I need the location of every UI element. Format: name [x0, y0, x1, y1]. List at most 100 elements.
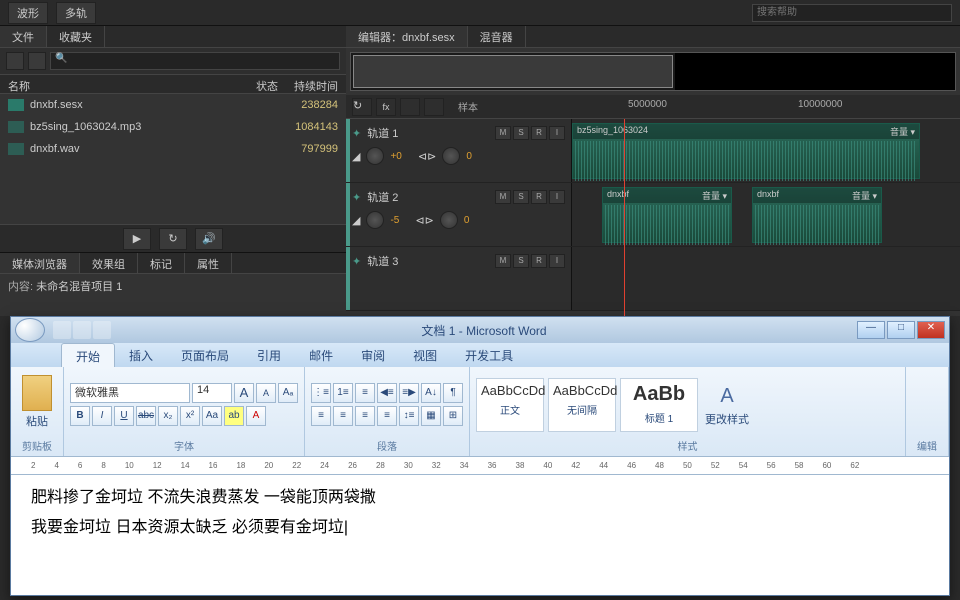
eq-icon[interactable]	[424, 98, 444, 116]
multilevel-button[interactable]: ≡	[355, 383, 375, 403]
paste-button[interactable]: 粘贴	[17, 375, 57, 435]
ribbon-tab-2[interactable]: 页面布局	[167, 343, 243, 367]
tab-mixer[interactable]: 混音器	[468, 26, 526, 47]
align-right-button[interactable]: ≡	[355, 406, 375, 426]
track-lane[interactable]: dnxbf音量 ▾ dnxbf音量 ▾	[572, 183, 960, 246]
track-lane[interactable]	[572, 247, 960, 310]
tab-effects[interactable]: 效果组	[80, 253, 138, 273]
track-header[interactable]: ✦ 轨道 2 M S R I ◢ -5 ⊲⊳ 0	[346, 183, 572, 246]
font-name-select[interactable]: 微软雅黑	[70, 383, 190, 403]
mute-button[interactable]: M	[495, 190, 511, 204]
tab-properties[interactable]: 属性	[185, 253, 232, 273]
file-search-input[interactable]: 🔍	[50, 52, 340, 70]
col-duration[interactable]: 持续时间	[278, 75, 338, 93]
mute-button[interactable]: M	[495, 254, 511, 268]
subscript-button[interactable]: x₂	[158, 406, 178, 426]
waveform-mode-button[interactable]: 波形	[8, 2, 48, 24]
style-item[interactable]: AaBb 标题 1	[620, 378, 698, 432]
multitrack-mode-button[interactable]: 多轨	[56, 2, 96, 24]
redo-icon[interactable]	[93, 321, 111, 339]
align-center-button[interactable]: ≡	[333, 406, 353, 426]
borders-button[interactable]: ⊞	[443, 406, 463, 426]
timeline-overview[interactable]	[350, 52, 956, 91]
solo-button[interactable]: S	[513, 190, 529, 204]
input-button[interactable]: I	[549, 254, 565, 268]
pan-knob[interactable]	[440, 211, 458, 229]
indent-right-button[interactable]: ≡▶	[399, 383, 419, 403]
align-left-button[interactable]: ≡	[311, 406, 331, 426]
highlight-button[interactable]: ab	[224, 406, 244, 426]
ribbon-tab-5[interactable]: 审阅	[347, 343, 399, 367]
pan-knob[interactable]	[442, 147, 460, 165]
playhead[interactable]	[624, 119, 625, 316]
indent-left-button[interactable]: ◀≡	[377, 383, 397, 403]
tab-media-browser[interactable]: 媒体浏览器	[0, 253, 80, 273]
track-header[interactable]: ✦ 轨道 1 M S R I ◢ +0 ⊲⊳ 0	[346, 119, 572, 182]
help-search-input[interactable]	[752, 4, 952, 22]
ribbon-tab-1[interactable]: 插入	[115, 343, 167, 367]
ribbon-tab-4[interactable]: 邮件	[295, 343, 347, 367]
change-style-button[interactable]: A 更改样式	[702, 383, 752, 427]
font-size-select[interactable]: 14	[192, 383, 232, 403]
track-header[interactable]: ✦ 轨道 3 M S R I	[346, 247, 572, 310]
time-ruler[interactable]: 样本 5000000 10000000	[458, 95, 954, 118]
doc-line[interactable]: 肥料掺了金坷垃 不流失浪费蒸发 一袋能顶两袋撒	[31, 483, 929, 513]
close-button[interactable]: ✕	[917, 321, 945, 339]
ribbon-tab-0[interactable]: 开始	[61, 343, 115, 367]
line-spacing-button[interactable]: ↕≡	[399, 406, 419, 426]
shading-button[interactable]: ▦	[421, 406, 441, 426]
new-file-icon[interactable]	[6, 52, 24, 70]
file-row[interactable]: dnxbf.sesx 238284	[0, 94, 346, 116]
tab-editor[interactable]: 编辑器：dnxbf.sesx	[346, 26, 468, 47]
maximize-button[interactable]: □	[887, 321, 915, 339]
numbering-button[interactable]: 1≡	[333, 383, 353, 403]
track-lane[interactable]: bz5sing_1063024音量 ▾	[572, 119, 960, 182]
justify-button[interactable]: ≡	[377, 406, 397, 426]
change-case-button[interactable]: Aa	[202, 406, 222, 426]
track-name[interactable]: 轨道 2	[367, 189, 489, 205]
audio-clip[interactable]: dnxbf音量 ▾	[602, 187, 732, 243]
loop-button[interactable]: ↻	[159, 228, 187, 250]
track-name[interactable]: 轨道 3	[367, 253, 489, 269]
font-color-button[interactable]: A	[246, 406, 266, 426]
overview-selection[interactable]	[353, 55, 673, 88]
fx-icon[interactable]: fx	[376, 98, 396, 116]
ribbon-tab-6[interactable]: 视图	[399, 343, 451, 367]
audio-clip[interactable]: dnxbf音量 ▾	[752, 187, 882, 243]
open-file-icon[interactable]	[28, 52, 46, 70]
ribbon-tab-7[interactable]: 开发工具	[451, 343, 527, 367]
speaker-button[interactable]: 🔊	[195, 228, 223, 250]
record-button[interactable]: R	[531, 126, 547, 140]
word-titlebar[interactable]: 文档 1 - Microsoft Word — □ ✕	[11, 317, 949, 343]
show-marks-button[interactable]: ¶	[443, 383, 463, 403]
col-status[interactable]: 状态	[238, 75, 278, 93]
play-button[interactable]: ▶	[123, 228, 151, 250]
volume-knob[interactable]	[366, 211, 384, 229]
sort-button[interactable]: A↓	[421, 383, 441, 403]
file-row[interactable]: bz5sing_1063024.mp3 1084143	[0, 116, 346, 138]
input-button[interactable]: I	[549, 190, 565, 204]
tab-files[interactable]: 文件	[0, 26, 47, 47]
grow-font-button[interactable]: A	[234, 383, 254, 403]
tab-favorites[interactable]: 收藏夹	[47, 26, 105, 47]
minimize-button[interactable]: —	[857, 321, 885, 339]
col-name[interactable]: 名称	[8, 75, 238, 93]
loop-icon[interactable]: ↻	[352, 98, 372, 116]
solo-button[interactable]: S	[513, 254, 529, 268]
tab-markers[interactable]: 标记	[138, 253, 185, 273]
file-row[interactable]: dnxbf.wav 797999	[0, 138, 346, 160]
input-button[interactable]: I	[549, 126, 565, 140]
track-name[interactable]: 轨道 1	[367, 125, 489, 141]
bullets-button[interactable]: ⋮≡	[311, 383, 331, 403]
shrink-font-button[interactable]: A	[256, 383, 276, 403]
document-area[interactable]: 肥料掺了金坷垃 不流失浪费蒸发 一袋能顶两袋撒我要金坷垃 日本资源太缺乏 必须要…	[11, 475, 949, 595]
volume-knob[interactable]	[366, 147, 384, 165]
record-button[interactable]: R	[531, 190, 547, 204]
superscript-button[interactable]: x²	[180, 406, 200, 426]
record-button[interactable]: R	[531, 254, 547, 268]
send-icon[interactable]	[400, 98, 420, 116]
clear-format-button[interactable]: Aₐ	[278, 383, 298, 403]
underline-button[interactable]: U	[114, 406, 134, 426]
doc-line[interactable]: 我要金坷垃 日本资源太缺乏 必须要有金坷垃	[31, 513, 929, 543]
word-ruler[interactable]: 2468101214161820222426283032343638404244…	[11, 457, 949, 475]
